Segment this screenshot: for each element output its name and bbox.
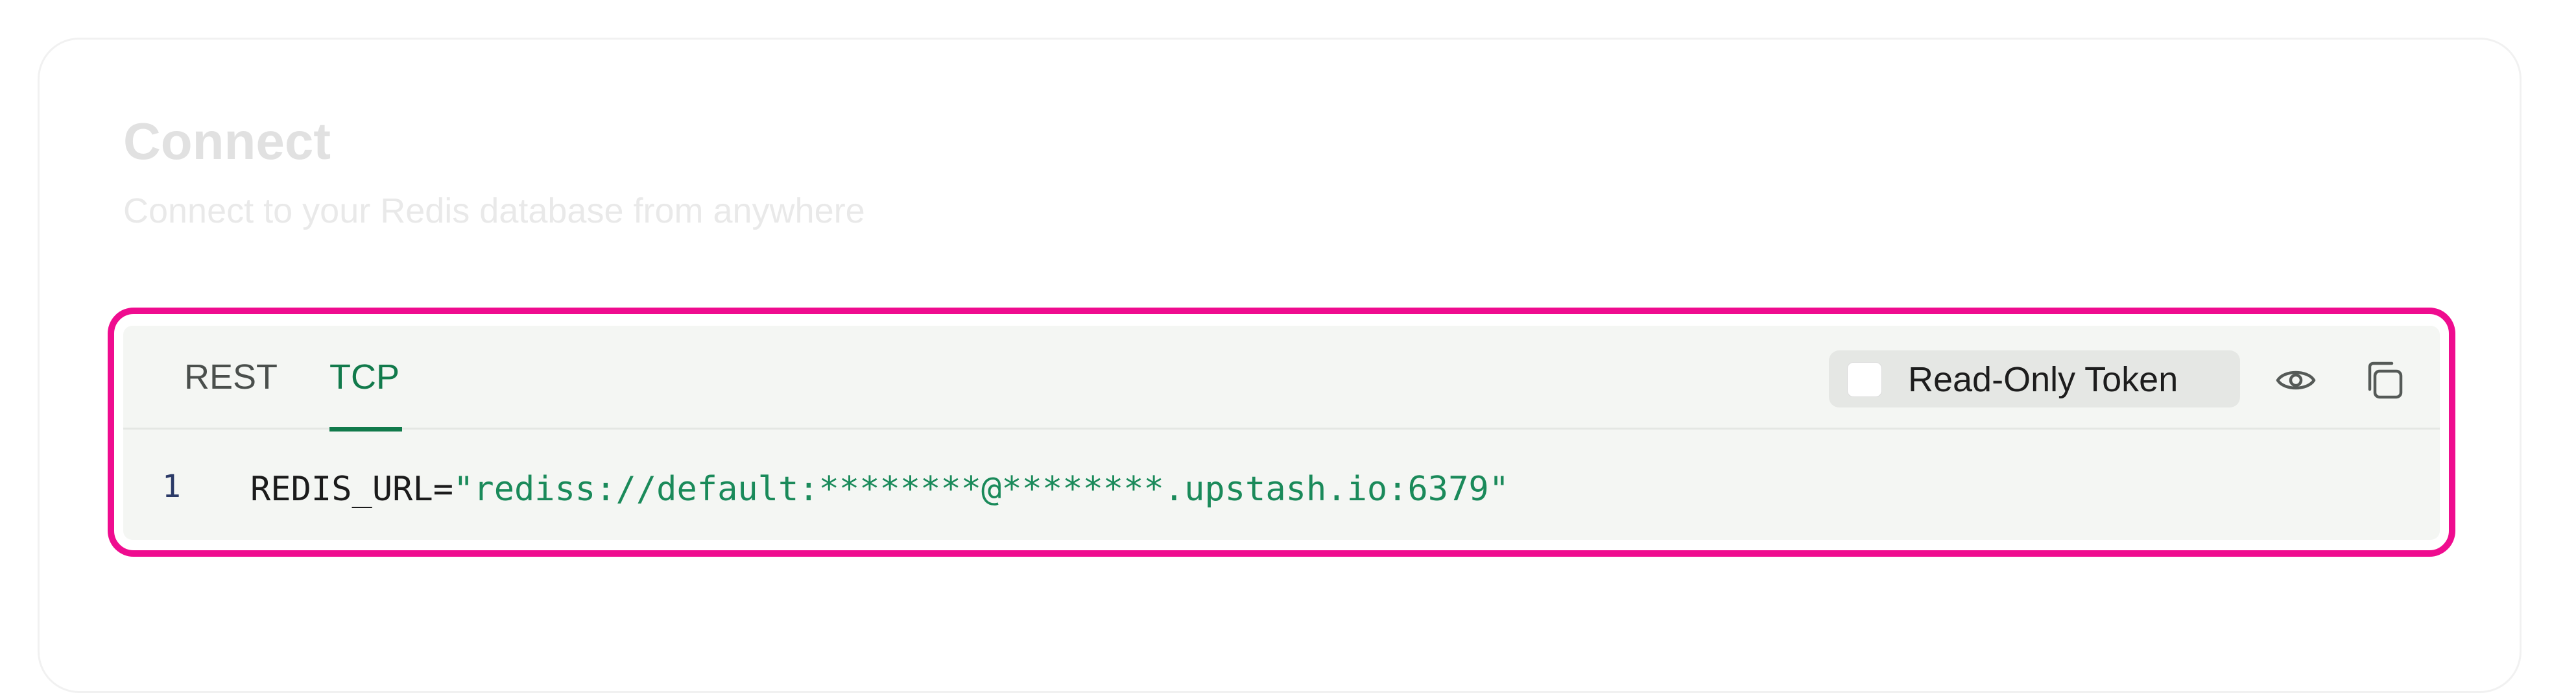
page-title: Connect — [123, 112, 331, 170]
page-subtitle: Connect to your Redis database from anyw… — [123, 191, 865, 230]
highlight-frame — [108, 308, 2455, 557]
